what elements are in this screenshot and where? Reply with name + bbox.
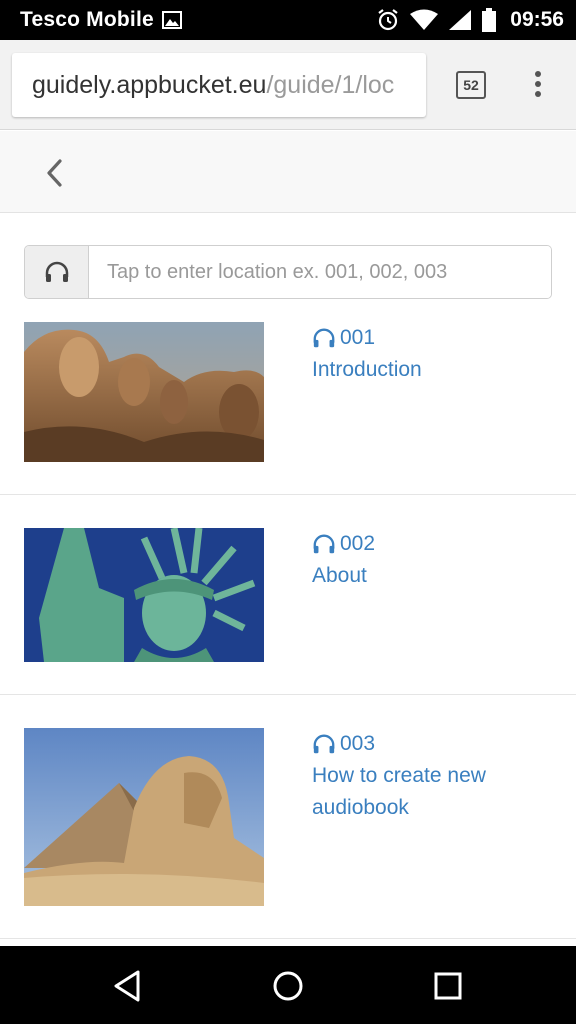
headphones-icon [45, 261, 68, 282]
search-addon [25, 246, 89, 298]
signal-icon [449, 10, 472, 30]
clock: 09:56 [510, 8, 564, 31]
statue-of-liberty-image[interactable] [24, 528, 264, 662]
divider [0, 494, 576, 495]
sphinx-pyramid-image[interactable] [24, 728, 264, 906]
tab-switcher-button[interactable]: 52 [456, 71, 486, 99]
nav-home-icon[interactable] [266, 964, 310, 1008]
image-notification-icon [161, 11, 182, 29]
item-number-row[interactable]: 001 [312, 322, 542, 354]
carrier-name: Tesco Mobile [20, 8, 154, 31]
url-bar[interactable]: guidely.appbucket.eu/guide/1/loc [12, 53, 426, 117]
back-arrow-icon[interactable] [38, 153, 72, 193]
headphones-icon [313, 534, 335, 554]
divider [0, 694, 576, 695]
status-bar: Tesco Mobile 09:56 [0, 0, 576, 40]
menu-dot-icon [535, 81, 541, 87]
menu-dot-icon [535, 91, 541, 97]
browser-menu-button[interactable] [528, 68, 548, 102]
page-header [0, 131, 576, 213]
android-nav-bar [0, 946, 576, 1024]
alarm-icon [378, 9, 398, 31]
item-number: 003 [340, 732, 376, 755]
list-item[interactable]: 002 About [0, 528, 576, 694]
item-info: 003 How to create new audiobook [312, 728, 542, 824]
wifi-icon [410, 9, 439, 30]
tab-count: 52 [463, 77, 479, 93]
item-title-link[interactable]: Introduction [312, 354, 542, 386]
url-host: guidely.appbucket.eu [32, 70, 267, 99]
item-number-row[interactable]: 002 [312, 528, 542, 560]
nav-back-icon[interactable] [106, 964, 150, 1008]
item-number: 001 [340, 326, 376, 349]
browser-toolbar: guidely.appbucket.eu/guide/1/loc 52 [0, 40, 576, 130]
location-input[interactable] [89, 246, 551, 298]
battery-icon [482, 8, 497, 32]
menu-dot-icon [535, 71, 541, 77]
headphones-icon [313, 734, 335, 754]
nav-recents-icon[interactable] [426, 964, 470, 1008]
item-title-link[interactable]: About [312, 560, 542, 592]
item-info: 002 About [312, 528, 542, 592]
item-title-link[interactable]: How to create new audiobook [312, 760, 542, 824]
item-number-row[interactable]: 003 [312, 728, 542, 760]
list-item[interactable]: 003 How to create new audiobook [0, 728, 576, 938]
list-item[interactable]: 001 Introduction [0, 322, 576, 494]
location-search [24, 245, 552, 299]
url-path: /guide/1/loc [266, 70, 395, 99]
item-info: 001 Introduction [312, 322, 542, 386]
divider [0, 938, 576, 939]
headphones-icon [313, 328, 335, 348]
mount-rushmore-image[interactable] [24, 322, 264, 462]
item-number: 002 [340, 532, 376, 555]
